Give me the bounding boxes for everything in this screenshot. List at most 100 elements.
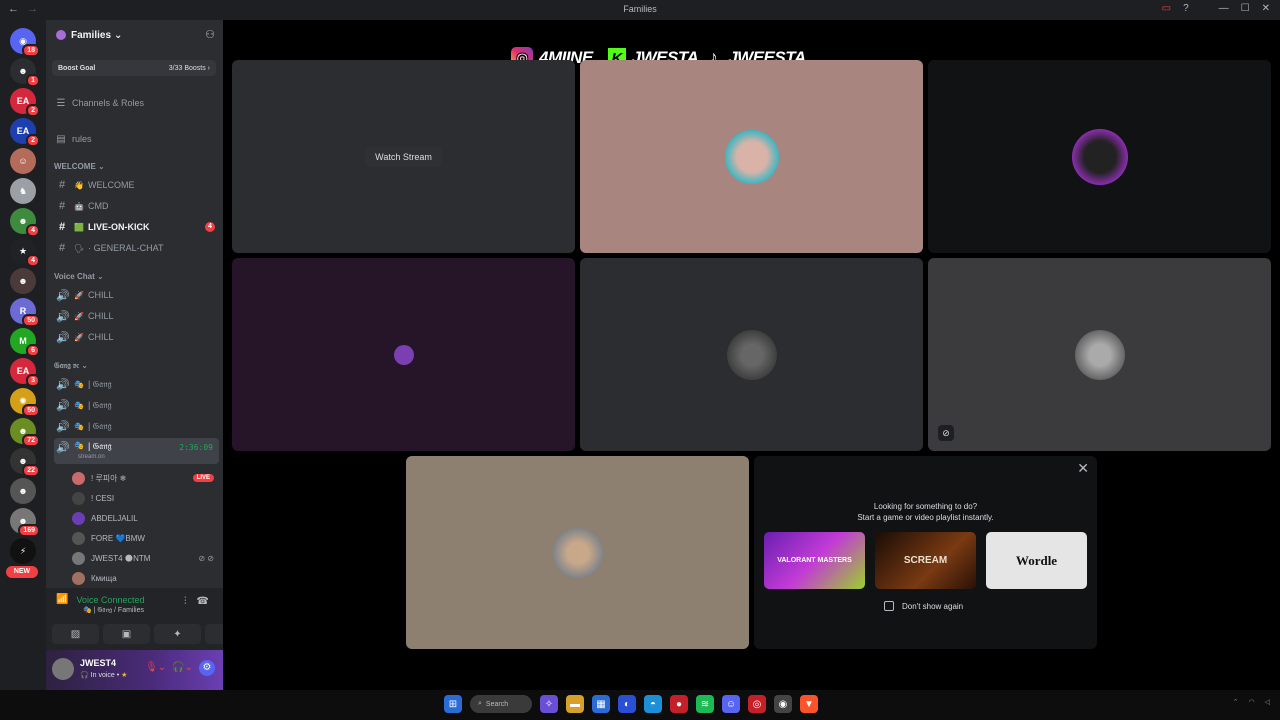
category-gang[interactable]: 𝔊𝔞𝔫𝔤 𝔳𝔠 ⌄ (54, 361, 88, 371)
server-icon[interactable]: ♞ (10, 178, 36, 204)
brave-icon[interactable]: ▼ (800, 695, 818, 713)
participant-tile[interactable] (232, 258, 575, 451)
voice-channel[interactable]: 🔊 🎭 | 𝔊𝔞𝔫𝔤 (54, 417, 219, 435)
tray-chevron-icon[interactable]: ⌃ (1233, 698, 1239, 706)
new-servers-pill[interactable]: NEW (6, 566, 38, 578)
voice-member[interactable]: JWEST4 🌑NTM ⊘ ⊘ (72, 549, 220, 567)
participant-tile[interactable] (406, 456, 749, 649)
server-icon[interactable]: ☻ (10, 478, 36, 504)
activities-button[interactable]: ✦ (154, 624, 201, 644)
media-icon[interactable]: ● (670, 695, 688, 713)
user-avatar[interactable] (52, 658, 74, 680)
deafen-icon[interactable]: 🎧⌄ (172, 662, 193, 676)
search-label: Search (485, 700, 509, 708)
inbox-icon[interactable]: ▭ (1162, 3, 1171, 14)
text-channel[interactable]: # 👋 WELCOME (54, 176, 219, 194)
server-icon[interactable]: ☺ (10, 148, 36, 174)
voice-connected-status[interactable]: 📶 Voice Connected (56, 594, 145, 605)
voice-channel[interactable]: 🔊 🎭 | 𝔊𝔞𝔫𝔤 (54, 396, 219, 414)
voice-member[interactable]: ! CESI (72, 489, 220, 507)
participant-tile[interactable] (580, 258, 923, 451)
server-icon[interactable]: ☻ 4 (10, 208, 40, 237)
stream-tile[interactable]: Watch Stream (232, 60, 575, 253)
server-icon[interactable]: ⚡ (10, 538, 36, 564)
activity-card-valorant[interactable]: VALORANT MASTERS (764, 532, 865, 589)
screenshare-button[interactable]: ▣ (103, 624, 150, 644)
volume-icon[interactable]: ◁ (1265, 698, 1270, 706)
mute-mic-icon[interactable]: 🎙⌄ (145, 662, 166, 676)
close-icon[interactable]: ✕ (1077, 460, 1089, 477)
server-icon[interactable]: ☻ (10, 268, 36, 294)
edge-icon[interactable]: ◓ (644, 695, 662, 713)
server-icon[interactable]: EA 3 (10, 358, 40, 387)
server-icon[interactable]: EA 2 (10, 88, 40, 117)
user-name[interactable]: JWEST4 (80, 658, 116, 668)
server-icon[interactable]: EA 2 (10, 118, 40, 147)
voice-member[interactable]: ! 루피아 ❄ LIVE (72, 469, 220, 487)
active-voice-channel[interactable]: 🔊 🎭 | 𝔊𝔞𝔫𝔤 2:36:09 stream.on (54, 438, 219, 464)
activity-card-label: SCREAM (903, 555, 948, 566)
voice-channel[interactable]: 🔊 🚀 CHILL (54, 307, 219, 325)
spotify-icon[interactable]: ≋ (696, 695, 714, 713)
server-icon[interactable]: ✺ 50 (10, 388, 40, 417)
watch-stream-button[interactable]: Watch Stream (365, 146, 442, 167)
discord-icon[interactable]: ☺ (722, 695, 740, 713)
voice-channel[interactable]: 🔊 🎭 | 𝔊𝔞𝔫𝔤 (54, 375, 219, 393)
start-icon[interactable]: ⊞ (444, 695, 462, 713)
activity-card-wordle[interactable]: Wordle (986, 532, 1087, 589)
voice-channel[interactable]: 🔊 🚀 CHILL (54, 286, 219, 304)
boost-goal-bar[interactable]: Boost Goal 3/33 Boosts › (52, 60, 216, 76)
server-icon[interactable]: ☻ 72 (10, 418, 40, 447)
server-icon[interactable]: M6 (10, 328, 40, 357)
mention-badge: 6 (26, 344, 40, 357)
server-icon[interactable]: ★ 4 (10, 238, 40, 267)
close-window-icon[interactable]: ✕ (1262, 3, 1270, 14)
maximize-icon[interactable]: ☐ (1241, 3, 1250, 14)
voice-channel[interactable]: 🔊 🚀 CHILL (54, 328, 219, 346)
obs-icon[interactable]: ◉ (774, 695, 792, 713)
activity-card-scream[interactable]: SCREAM (875, 532, 976, 589)
help-icon[interactable]: ? (1183, 3, 1189, 14)
voice-action-buttons: ▨ ▣ ✦ ♫ (52, 624, 252, 644)
noise-suppression-icon[interactable]: ⫶ (184, 596, 187, 607)
server-icon[interactable]: ☻ 1 (10, 58, 40, 87)
settings-gear-icon[interactable]: ⚙ (199, 660, 215, 676)
minimize-icon[interactable]: — (1219, 3, 1229, 14)
category-welcome[interactable]: WELCOME ⌄ (54, 162, 105, 171)
voice-stage: ◎ 4MIINE_ K JWESTA ♪ JWEESTA Watch Strea… (223, 20, 1280, 690)
category-voice-chat[interactable]: Voice Chat ⌄ (54, 272, 104, 281)
disconnect-icon[interactable]: ☎ (197, 596, 209, 607)
mention-badge: 169 (18, 524, 40, 537)
taskbar-search[interactable]: ⌕ Search (470, 695, 532, 713)
store-icon[interactable]: ▦ (592, 695, 610, 713)
browser-icon[interactable]: ◐ (618, 695, 636, 713)
app-icon[interactable]: ◎ (748, 695, 766, 713)
participant-tile[interactable]: ⊘ (928, 258, 1271, 451)
speaker-icon: 🔊 (56, 420, 70, 433)
channels-roles-item[interactable]: ☰ Channels & Roles (54, 94, 219, 112)
rules-item[interactable]: ▤ rules (54, 130, 219, 148)
dont-show-again[interactable]: Don't show again (884, 601, 963, 611)
folder-icon[interactable]: ▬ (566, 695, 584, 713)
server-icon[interactable]: ☻ 22 (10, 448, 40, 477)
server-header[interactable]: Families ⌄ ⚇ (46, 20, 223, 50)
server-icon[interactable]: ☻ 169 (10, 508, 40, 537)
participant-tile[interactable] (928, 60, 1271, 253)
invite-people-icon[interactable]: ⚇ (205, 28, 215, 41)
text-channel[interactable]: # 🗣 · GENERAL-CHAT (54, 239, 219, 257)
text-channel[interactable]: # 🟩 LIVE-ON-KICK 4 (54, 218, 219, 236)
voice-member[interactable]: FORE 💙BMW (72, 529, 220, 547)
server-icon[interactable]: ◉ 18 (10, 28, 40, 57)
text-channel[interactable]: # 🤖 CMD (54, 197, 219, 215)
camera-button[interactable]: ▨ (52, 624, 99, 644)
voice-location[interactable]: 🎭 | 𝔊𝔞𝔫𝔤 / Families (83, 606, 144, 615)
server-icon[interactable]: R 50 (10, 298, 40, 327)
server-glyph: ☺ (18, 156, 28, 166)
copilot-icon[interactable]: ✧ (540, 695, 558, 713)
wifi-icon[interactable]: ◠ (1249, 698, 1255, 706)
voice-member[interactable]: ABDELJALIL (72, 509, 220, 527)
checkbox[interactable] (884, 601, 894, 611)
voice-member[interactable]: Кмища (72, 569, 220, 587)
participant-tile[interactable] (580, 60, 923, 253)
user-controls: 🎙⌄ 🎧⌄ ⚙ (145, 660, 215, 676)
